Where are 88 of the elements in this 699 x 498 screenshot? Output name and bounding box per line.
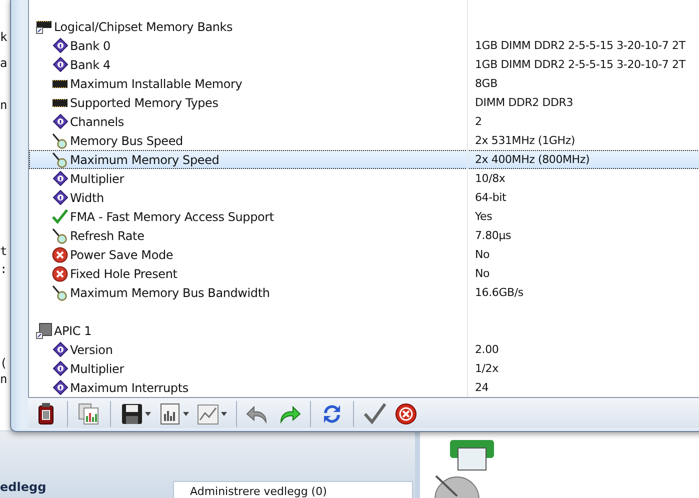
tree-row[interactable]: Version 2.00 xyxy=(29,340,699,359)
property-label: Maximum Installable Memory xyxy=(70,76,242,90)
property-label: Bank 4 xyxy=(70,58,110,72)
tree-row[interactable]: Refresh Rate 7.80µs xyxy=(29,226,699,245)
property-value: 10/8x xyxy=(474,172,506,185)
property-value: 24 xyxy=(474,381,489,394)
text-fragment: t xyxy=(0,244,8,258)
processor-icon xyxy=(36,322,52,338)
property-value: 1GB DIMM DDR2 2-5-5-15 3-20-10-7 2T xyxy=(474,58,686,71)
property-value: 2x 400MHz (800MHz) xyxy=(474,153,590,166)
cancel-icon xyxy=(394,402,418,426)
magnifier-icon xyxy=(52,132,68,148)
property-value: 1/2x xyxy=(474,362,498,375)
diamond-icon xyxy=(52,57,68,72)
property-label: Multiplier xyxy=(70,362,124,376)
diamond-icon xyxy=(52,171,68,186)
text-fragment: ( xyxy=(0,356,8,370)
diamond-icon xyxy=(52,38,68,53)
magnifier-icon xyxy=(52,284,68,300)
property-value: 8GB xyxy=(474,77,498,90)
property-label: FMA - Fast Memory Access Support xyxy=(70,210,274,224)
diamond-icon xyxy=(52,380,68,395)
attachments-tab[interactable]: Administrere vedlegg (0) xyxy=(173,481,413,498)
property-label: Memory Bus Speed xyxy=(70,134,183,148)
satellite-dish-icon xyxy=(432,474,482,498)
text-fragment: n xyxy=(0,372,8,386)
memory-bank-icon xyxy=(36,20,52,34)
magnifier-icon xyxy=(52,152,68,168)
tree-row[interactable]: Supported Memory Types DIMM DDR2 DDR3 xyxy=(29,93,699,112)
tree-row[interactable]: FMA - Fast Memory Access Support Yes xyxy=(29,207,699,226)
memory-chip-icon xyxy=(52,98,68,108)
checkmark-icon xyxy=(52,209,68,224)
property-label: Supported Memory Types xyxy=(70,96,218,110)
tree-row[interactable]: Channels 2 xyxy=(29,112,699,131)
magnifier-icon xyxy=(52,228,68,244)
group-label: Logical/Chipset Memory Banks xyxy=(54,20,233,34)
text-fragment: n xyxy=(0,98,8,112)
printer-icon xyxy=(450,440,494,472)
tree-row[interactable]: Multiplier 10/8x xyxy=(29,169,699,188)
tree-row[interactable]: Width 64-bit xyxy=(29,188,699,207)
property-value: Yes xyxy=(474,210,492,223)
section-label: edlegg xyxy=(0,480,46,494)
property-label: Maximum Memory Bus Bandwidth xyxy=(70,286,270,300)
property-value: 7.80µs xyxy=(474,229,512,242)
property-label: Fixed Hole Present xyxy=(70,266,178,280)
property-label: Version xyxy=(70,342,113,356)
text-fragment: a xyxy=(0,56,8,70)
tree-row[interactable]: Bank 0 1GB DIMM DDR2 2-5-5-15 3-20-10-7 2T xyxy=(29,36,699,55)
memory-chip-icon xyxy=(52,78,68,88)
tree-row[interactable]: Memory Bus Speed 2x 531MHz (1GHz) xyxy=(29,131,699,150)
tree-row[interactable]: Maximum Installable Memory 8GB xyxy=(29,74,699,93)
diamond-icon xyxy=(52,361,68,376)
report-icon xyxy=(77,402,101,426)
group-label: APIC 1 xyxy=(54,324,92,338)
text-fragment: : xyxy=(0,262,8,276)
property-value: No xyxy=(474,267,490,280)
tree-row[interactable]: Maximum Memory Speed 2x 400MHz (800MHz) xyxy=(29,150,699,169)
tree-row[interactable]: Maximum Interrupts 24 xyxy=(29,378,699,397)
tree-row[interactable]: Bank 4 1GB DIMM DDR2 2-5-5-15 3-20-10-7 2T xyxy=(29,55,699,74)
diamond-icon xyxy=(52,190,68,205)
property-label: Multiplier xyxy=(70,172,124,186)
property-value: DIMM DDR2 DDR3 xyxy=(474,96,574,109)
property-value: 2.00 xyxy=(474,343,499,356)
property-value: 16.6GB/s xyxy=(474,286,524,299)
property-value: No xyxy=(474,248,490,261)
tree-row[interactable]: Maximum Memory Bus Bandwidth 16.6GB/s xyxy=(29,283,699,302)
error-icon xyxy=(52,266,68,282)
property-value: 2 xyxy=(474,115,482,128)
property-label: Maximum Interrupts xyxy=(70,380,188,394)
property-label: Power Save Mode xyxy=(70,248,174,262)
text-fragment: k xyxy=(0,30,8,44)
tree-row[interactable]: Multiplier 1/2x xyxy=(29,359,699,378)
diamond-icon xyxy=(52,114,68,129)
checkmark-icon xyxy=(363,402,387,426)
error-icon xyxy=(52,246,68,262)
property-value: 64-bit xyxy=(474,191,506,204)
diamond-icon xyxy=(52,342,68,357)
property-value: 2x 531MHz (1GHz) xyxy=(474,134,575,147)
tree-row[interactable]: Fixed Hole Present No xyxy=(29,264,699,283)
property-label: Channels xyxy=(70,114,124,128)
property-label: Width xyxy=(70,190,104,204)
bar-chart-document-icon xyxy=(158,402,182,426)
line-chart-icon xyxy=(196,402,220,426)
property-label: Refresh Rate xyxy=(70,228,144,242)
property-label: Bank 0 xyxy=(70,38,110,52)
property-label: Maximum Memory Speed xyxy=(70,152,220,166)
tree-row[interactable]: Power Save Mode No xyxy=(29,245,699,264)
property-value: 1GB DIMM DDR2 2-5-5-15 3-20-10-7 2T xyxy=(474,39,686,52)
